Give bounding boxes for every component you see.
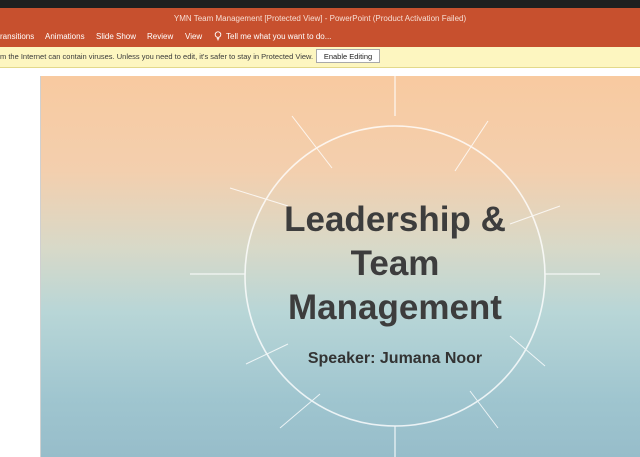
ribbon-tabs: ransitions Animations Slide Show Review … [0,28,640,47]
slide-title-line-1: Leadership & [284,200,506,239]
window-title-bar: YMN Team Management [Protected View] - P… [0,8,640,28]
top-dark-strip [0,0,640,8]
tab-transitions[interactable]: ransitions [0,32,34,41]
tab-slide-show[interactable]: Slide Show [96,32,136,41]
protected-view-message: m the Internet can contain viruses. Unle… [0,52,314,61]
enable-editing-button[interactable]: Enable Editing [316,49,380,63]
slide-title-line-2: Team [350,244,440,283]
slide-subtitle[interactable]: Speaker: Jumana Noor [240,350,550,368]
protected-view-bar: m the Internet can contain viruses. Unle… [0,47,640,68]
slide-title-line-3: Management [288,288,502,327]
window-title: YMN Team Management [Protected View] - P… [173,13,467,23]
tab-review[interactable]: Review [147,32,173,41]
tab-animations[interactable]: Animations [45,32,85,41]
slide-canvas[interactable]: Leadership & Team Management Speaker: Ju… [40,76,640,457]
tell-me-search[interactable]: Tell me what you want to do... [214,31,331,41]
tell-me-text: Tell me what you want to do... [226,31,332,41]
slide-edge [40,76,41,457]
tab-view[interactable]: View [185,32,202,41]
lightbulb-icon [214,31,222,41]
slide-title[interactable]: Leadership & Team Management [240,198,550,330]
